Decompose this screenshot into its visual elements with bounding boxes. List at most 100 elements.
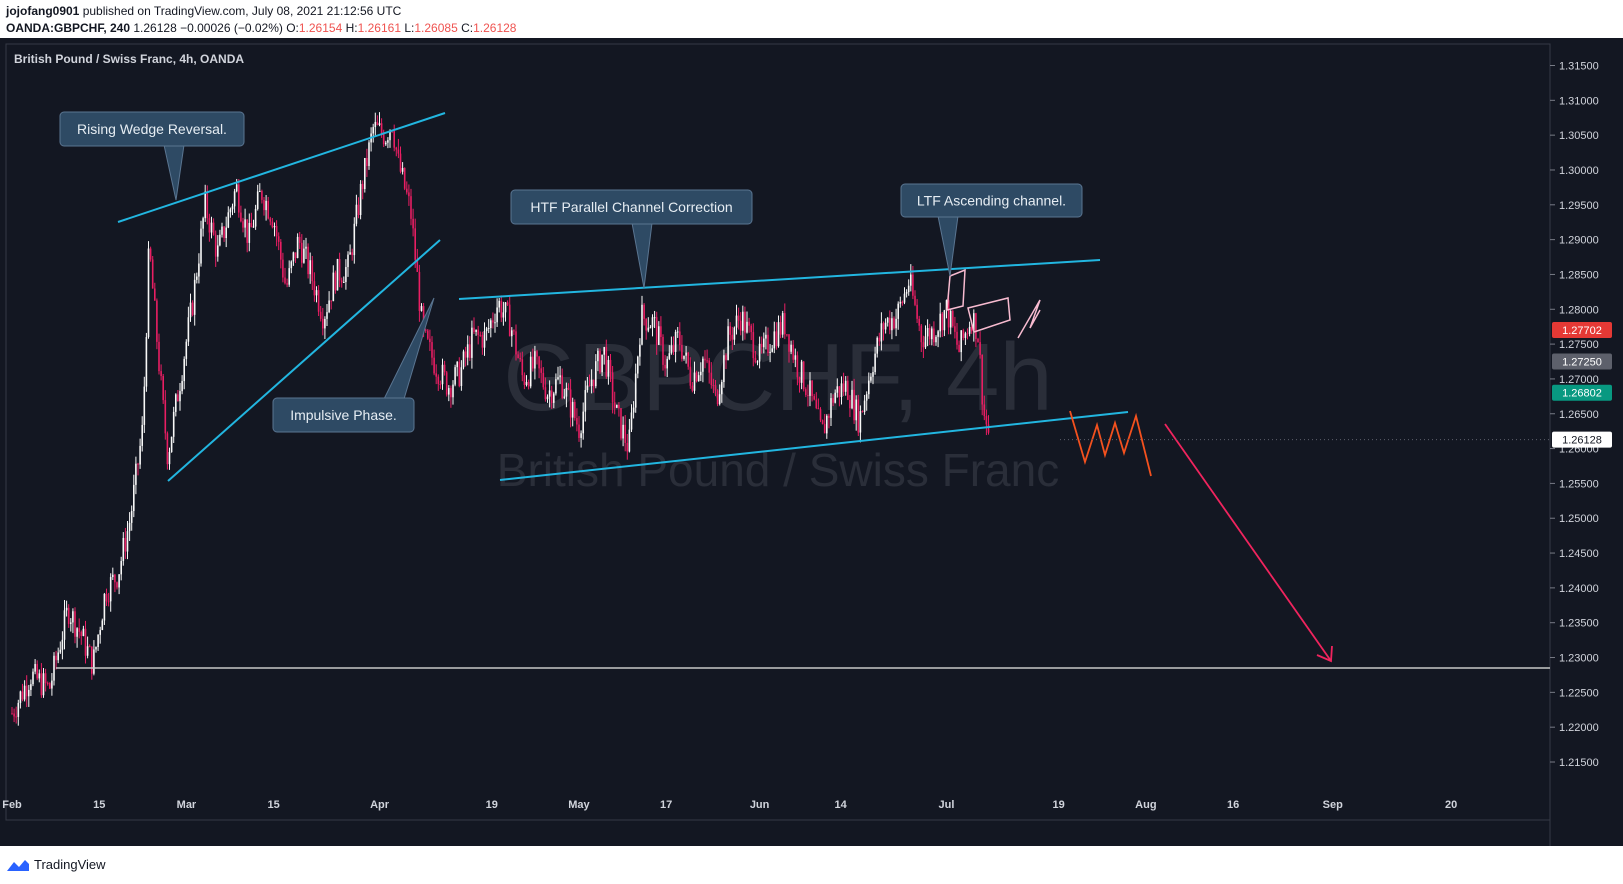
callout-text: LTF Ascending channel. (917, 193, 1066, 209)
candle-body (189, 302, 192, 318)
candle-body (238, 184, 240, 213)
candle-body (708, 360, 710, 373)
candle-body (166, 433, 169, 465)
candle-body (42, 673, 45, 696)
candle-body (481, 335, 484, 348)
candle-body (616, 404, 618, 408)
candle-body (527, 381, 530, 387)
callout-text: Impulsive Phase. (290, 407, 397, 423)
price-axis[interactable]: 1.31500 1.31000 1.30500 1.30000 1.29500 1.290… (1550, 61, 1599, 770)
candle-body (588, 385, 591, 387)
candle-body (550, 390, 553, 403)
candle-body (805, 389, 807, 395)
callout-text: Rising Wedge Reversal. (77, 121, 227, 137)
candle-body (74, 611, 76, 637)
candle-body (452, 384, 454, 398)
candle-body (13, 713, 15, 717)
y-tick-label: 1.31000 (1559, 95, 1599, 107)
candle-body (162, 375, 164, 401)
candle-body (592, 379, 595, 387)
candle-body (857, 399, 860, 433)
candle-body (872, 372, 874, 377)
candle-body (376, 121, 379, 125)
candle-body (660, 326, 662, 338)
candle-body (979, 342, 981, 355)
candle-body (99, 630, 101, 635)
candle-body (309, 260, 311, 275)
candle-body (177, 394, 179, 402)
projected-wave[interactable] (1069, 410, 1152, 477)
candle-body (611, 372, 614, 403)
candle-body (387, 140, 389, 143)
candle-body (36, 664, 38, 679)
price-badge: 1.26802 (1552, 384, 1612, 401)
candle-body (569, 389, 572, 418)
price-badge-label: 1.27250 (1562, 357, 1602, 369)
x-tick-label: Mar (177, 799, 197, 811)
candle-body (727, 326, 729, 361)
candle-body (758, 343, 761, 362)
candle-body (826, 415, 828, 434)
publisher-name[interactable]: jojofang0901 (6, 4, 79, 18)
candle-body (597, 350, 599, 362)
candle-body (861, 411, 864, 413)
candle-body (513, 330, 515, 332)
candle-body (830, 398, 832, 418)
candle-body (874, 353, 876, 373)
time-axis[interactable]: Feb 15 Mar 15 Apr 19 May 17 Jun 14 Jul 19 Aug 16 Sep 20 (2, 799, 1457, 811)
candle-body (607, 359, 610, 377)
candle-body (548, 390, 551, 397)
candle-body (653, 317, 656, 319)
candle-body (679, 331, 681, 346)
candle-body (658, 326, 660, 345)
candle-body (767, 334, 769, 354)
candle-body (788, 334, 790, 352)
price-chart[interactable]: GBPCHF, 4h British Pound / Swiss Franc B… (0, 38, 1623, 846)
candle-body (975, 313, 977, 340)
candle-body (529, 356, 532, 387)
candle-body (28, 689, 30, 697)
candle-body (70, 622, 72, 624)
candle-body (968, 326, 971, 334)
candle-body (414, 228, 416, 260)
candle-body (168, 452, 171, 465)
candle-body (840, 383, 843, 398)
candle-body (23, 685, 26, 700)
candle-body (46, 683, 49, 685)
tradingview-logo-icon[interactable] (6, 858, 30, 872)
candle-body (382, 133, 385, 145)
callout-impulsive-phase[interactable]: Impulsive Phase. (272, 297, 435, 433)
callout-rising-wedge[interactable]: Rising Wedge Reversal. (59, 111, 245, 201)
candle-body (905, 292, 908, 294)
candle-body (82, 628, 85, 636)
candle-body (914, 295, 916, 305)
candle-body (385, 142, 387, 145)
candle-body (891, 318, 893, 331)
x-tick-label: 19 (486, 799, 498, 811)
candle-body (408, 192, 410, 197)
candle-body (649, 327, 652, 329)
candle-body (76, 628, 78, 637)
candle-body (359, 183, 362, 215)
candle-body (204, 191, 206, 219)
candle-body (729, 326, 731, 335)
candle-body (103, 593, 106, 621)
candle-body (477, 329, 479, 335)
price-badge: 1.27702 (1552, 322, 1612, 339)
candle-body (349, 252, 351, 255)
tradingview-brand[interactable]: TradingView (34, 857, 106, 872)
callout-htf-channel[interactable]: HTF Parallel Channel Correction (510, 189, 753, 289)
candle-body (112, 574, 114, 578)
candle-body (223, 226, 225, 239)
candle-body (441, 364, 444, 385)
wedge-lower-line[interactable] (167, 239, 441, 482)
candle-body (15, 716, 17, 718)
candle-body (983, 404, 986, 417)
candle-body (244, 219, 246, 228)
candle-body (345, 267, 347, 282)
candle-body (116, 582, 118, 588)
candle-body (286, 283, 288, 285)
channel-upper-line[interactable] (458, 259, 1101, 300)
target-arrow-line[interactable] (1164, 423, 1332, 662)
candle-body (473, 327, 475, 332)
